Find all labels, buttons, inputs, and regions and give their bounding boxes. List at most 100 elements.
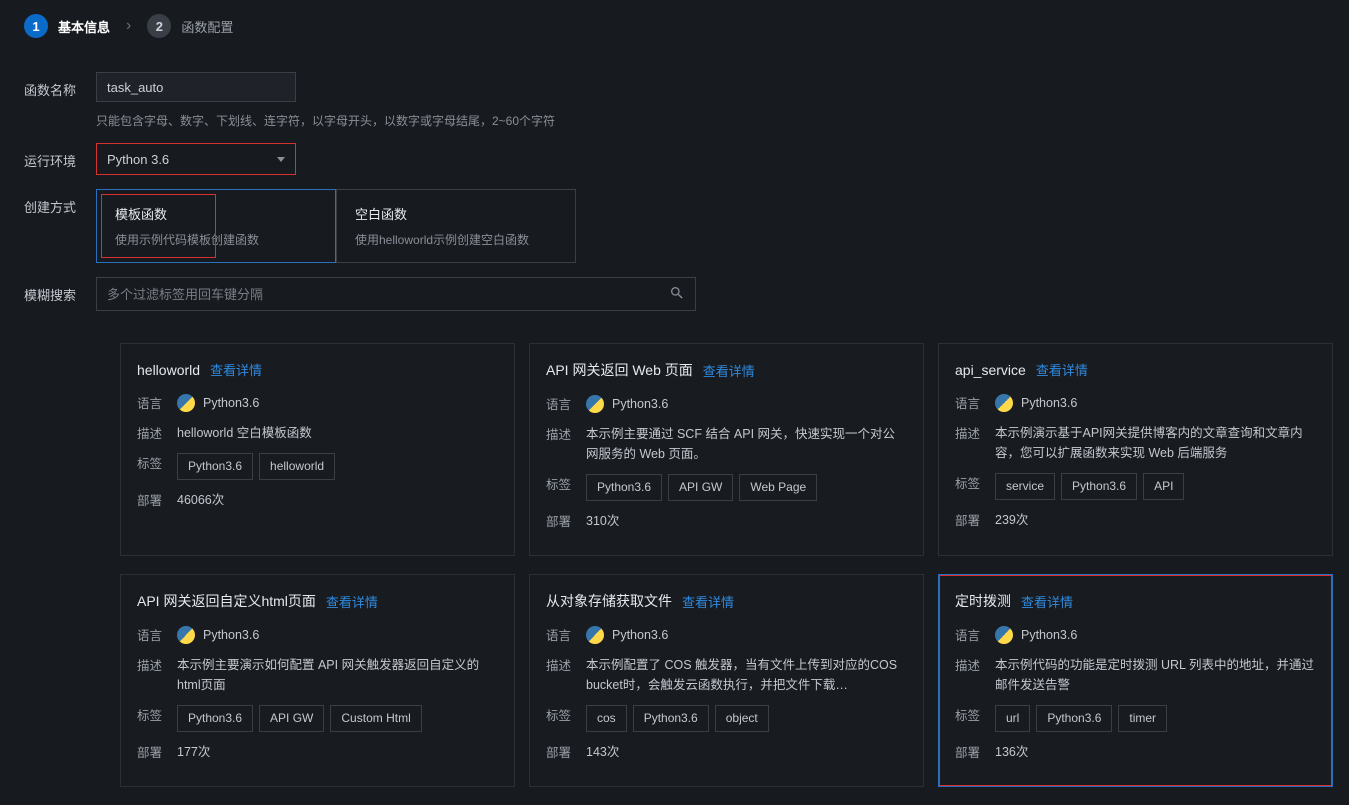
value-tags: Python3.6helloworld (177, 453, 498, 480)
method-template-sub: 使用示例代码模板创建函数 (115, 231, 317, 248)
label-desc: 描述 (137, 655, 177, 674)
label-deploy: 部署 (137, 490, 177, 509)
step-function-config[interactable]: 2 函数配置 (147, 14, 233, 38)
view-details-link[interactable]: 查看详情 (703, 361, 755, 380)
runtime-select[interactable]: Python 3.6 (96, 143, 296, 175)
value-deploy: 310次 (586, 511, 907, 531)
create-method-options: 模板函数 使用示例代码模板创建函数 空白函数 使用helloworld示例创建空… (96, 189, 1325, 263)
method-template-function[interactable]: 模板函数 使用示例代码模板创建函数 (96, 189, 336, 263)
form-section: 函数名称 只能包含字母、数字、下划线、连字符，以字母开头，以数字或字母结尾，2~… (0, 50, 1349, 801)
label-function-name: 函数名称 (24, 72, 96, 99)
label-tags: 标签 (955, 705, 995, 724)
method-template-title: 模板函数 (115, 204, 317, 223)
label-tags: 标签 (137, 453, 177, 472)
label-lang: 语言 (546, 625, 586, 644)
value-lang: Python3.6 (586, 625, 907, 645)
step-2-number: 2 (147, 14, 171, 38)
tag[interactable]: Web Page (739, 474, 817, 501)
label-lang: 语言 (546, 394, 586, 413)
view-details-link[interactable]: 查看详情 (1021, 592, 1073, 611)
label-desc: 描述 (955, 655, 995, 674)
value-lang: Python3.6 (177, 625, 498, 645)
label-lang: 语言 (137, 625, 177, 644)
label-desc: 描述 (955, 423, 995, 442)
value-tags: servicePython3.6API (995, 473, 1316, 500)
chevron-right-icon: › (120, 17, 137, 35)
value-lang: Python3.6 (177, 393, 498, 413)
search-input[interactable] (107, 287, 669, 302)
value-desc: 本示例演示基于API网关提供博客内的文章查询和文章内容，您可以扩展函数来实现 W… (995, 423, 1316, 463)
method-blank-function[interactable]: 空白函数 使用helloworld示例创建空白函数 (336, 189, 576, 263)
tag[interactable]: timer (1118, 705, 1167, 732)
value-desc: 本示例主要演示如何配置 API 网关触发器返回自定义的html页面 (177, 655, 498, 695)
template-card[interactable]: 从对象存储获取文件查看详情语言Python3.6描述本示例配置了 COS 触发器… (529, 574, 924, 787)
tag[interactable]: Custom Html (330, 705, 421, 732)
python-icon (995, 394, 1013, 412)
label-tags: 标签 (137, 705, 177, 724)
python-icon (586, 395, 604, 413)
step-2-label: 函数配置 (181, 17, 233, 36)
view-details-link[interactable]: 查看详情 (326, 592, 378, 611)
template-card[interactable]: API 网关返回 Web 页面查看详情语言Python3.6描述本示例主要通过 … (529, 343, 924, 556)
value-deploy: 143次 (586, 742, 907, 762)
view-details-link[interactable]: 查看详情 (210, 360, 262, 379)
method-blank-title: 空白函数 (355, 204, 557, 223)
chevron-down-icon (277, 157, 285, 162)
tag[interactable]: Python3.6 (586, 474, 662, 501)
python-icon (177, 626, 195, 644)
search-icon[interactable] (669, 285, 685, 304)
tag[interactable]: Python3.6 (1036, 705, 1112, 732)
template-cards-grid: helloworld查看详情语言Python3.6描述helloworld 空白… (24, 325, 1325, 793)
tag[interactable]: Python3.6 (177, 453, 253, 480)
tag[interactable]: service (995, 473, 1055, 500)
runtime-value: Python 3.6 (107, 152, 169, 167)
template-card[interactable]: API 网关返回自定义html页面查看详情语言Python3.6描述本示例主要演… (120, 574, 515, 787)
label-deploy: 部署 (546, 742, 586, 761)
template-card[interactable]: 定时拨测查看详情语言Python3.6描述本示例代码的功能是定时拨测 URL 列… (938, 574, 1333, 787)
label-deploy: 部署 (955, 742, 995, 761)
tag[interactable]: cos (586, 705, 627, 732)
label-lang: 语言 (955, 625, 995, 644)
value-lang: Python3.6 (586, 394, 907, 414)
python-icon (586, 626, 604, 644)
value-deploy: 46066次 (177, 490, 498, 510)
search-wrapper (96, 277, 696, 311)
tag[interactable]: object (715, 705, 769, 732)
label-deploy: 部署 (137, 742, 177, 761)
value-desc: 本示例代码的功能是定时拨测 URL 列表中的地址，并通过邮件发送告警 (995, 655, 1316, 695)
value-desc: 本示例配置了 COS 触发器，当有文件上传到对应的COS bucket时，会触发… (586, 655, 907, 695)
view-details-link[interactable]: 查看详情 (1036, 360, 1088, 379)
template-card[interactable]: api_service查看详情语言Python3.6描述本示例演示基于API网关… (938, 343, 1333, 556)
label-tags: 标签 (546, 474, 586, 493)
tag[interactable]: API GW (259, 705, 324, 732)
tag[interactable]: url (995, 705, 1030, 732)
tag[interactable]: Python3.6 (1061, 473, 1137, 500)
method-blank-sub: 使用helloworld示例创建空白函数 (355, 231, 557, 248)
step-1-number: 1 (24, 14, 48, 38)
label-fuzzy-search: 模糊搜索 (24, 277, 96, 304)
label-desc: 描述 (546, 424, 586, 443)
card-title: helloworld (137, 362, 200, 378)
label-runtime: 运行环境 (24, 143, 96, 170)
card-title: API 网关返回 Web 页面 (546, 360, 693, 380)
label-deploy: 部署 (955, 510, 995, 529)
function-name-hint: 只能包含字母、数字、下划线、连字符，以字母开头，以数字或字母结尾，2~60个字符 (96, 112, 1325, 129)
label-create-method: 创建方式 (24, 189, 96, 216)
template-card[interactable]: helloworld查看详情语言Python3.6描述helloworld 空白… (120, 343, 515, 556)
value-lang: Python3.6 (995, 393, 1316, 413)
tag[interactable]: helloworld (259, 453, 335, 480)
step-basic-info[interactable]: 1 基本信息 (24, 14, 110, 38)
label-desc: 描述 (137, 423, 177, 442)
label-tags: 标签 (955, 473, 995, 492)
function-name-input[interactable] (96, 72, 296, 102)
tag[interactable]: API GW (668, 474, 733, 501)
value-desc: helloworld 空白模板函数 (177, 423, 498, 443)
tag[interactable]: API (1143, 473, 1184, 500)
view-details-link[interactable]: 查看详情 (682, 592, 734, 611)
tag[interactable]: Python3.6 (633, 705, 709, 732)
wizard-steps: 1 基本信息 › 2 函数配置 (0, 0, 1349, 50)
value-tags: urlPython3.6timer (995, 705, 1316, 732)
tag[interactable]: Python3.6 (177, 705, 253, 732)
card-title: api_service (955, 362, 1026, 378)
value-tags: cosPython3.6object (586, 705, 907, 732)
